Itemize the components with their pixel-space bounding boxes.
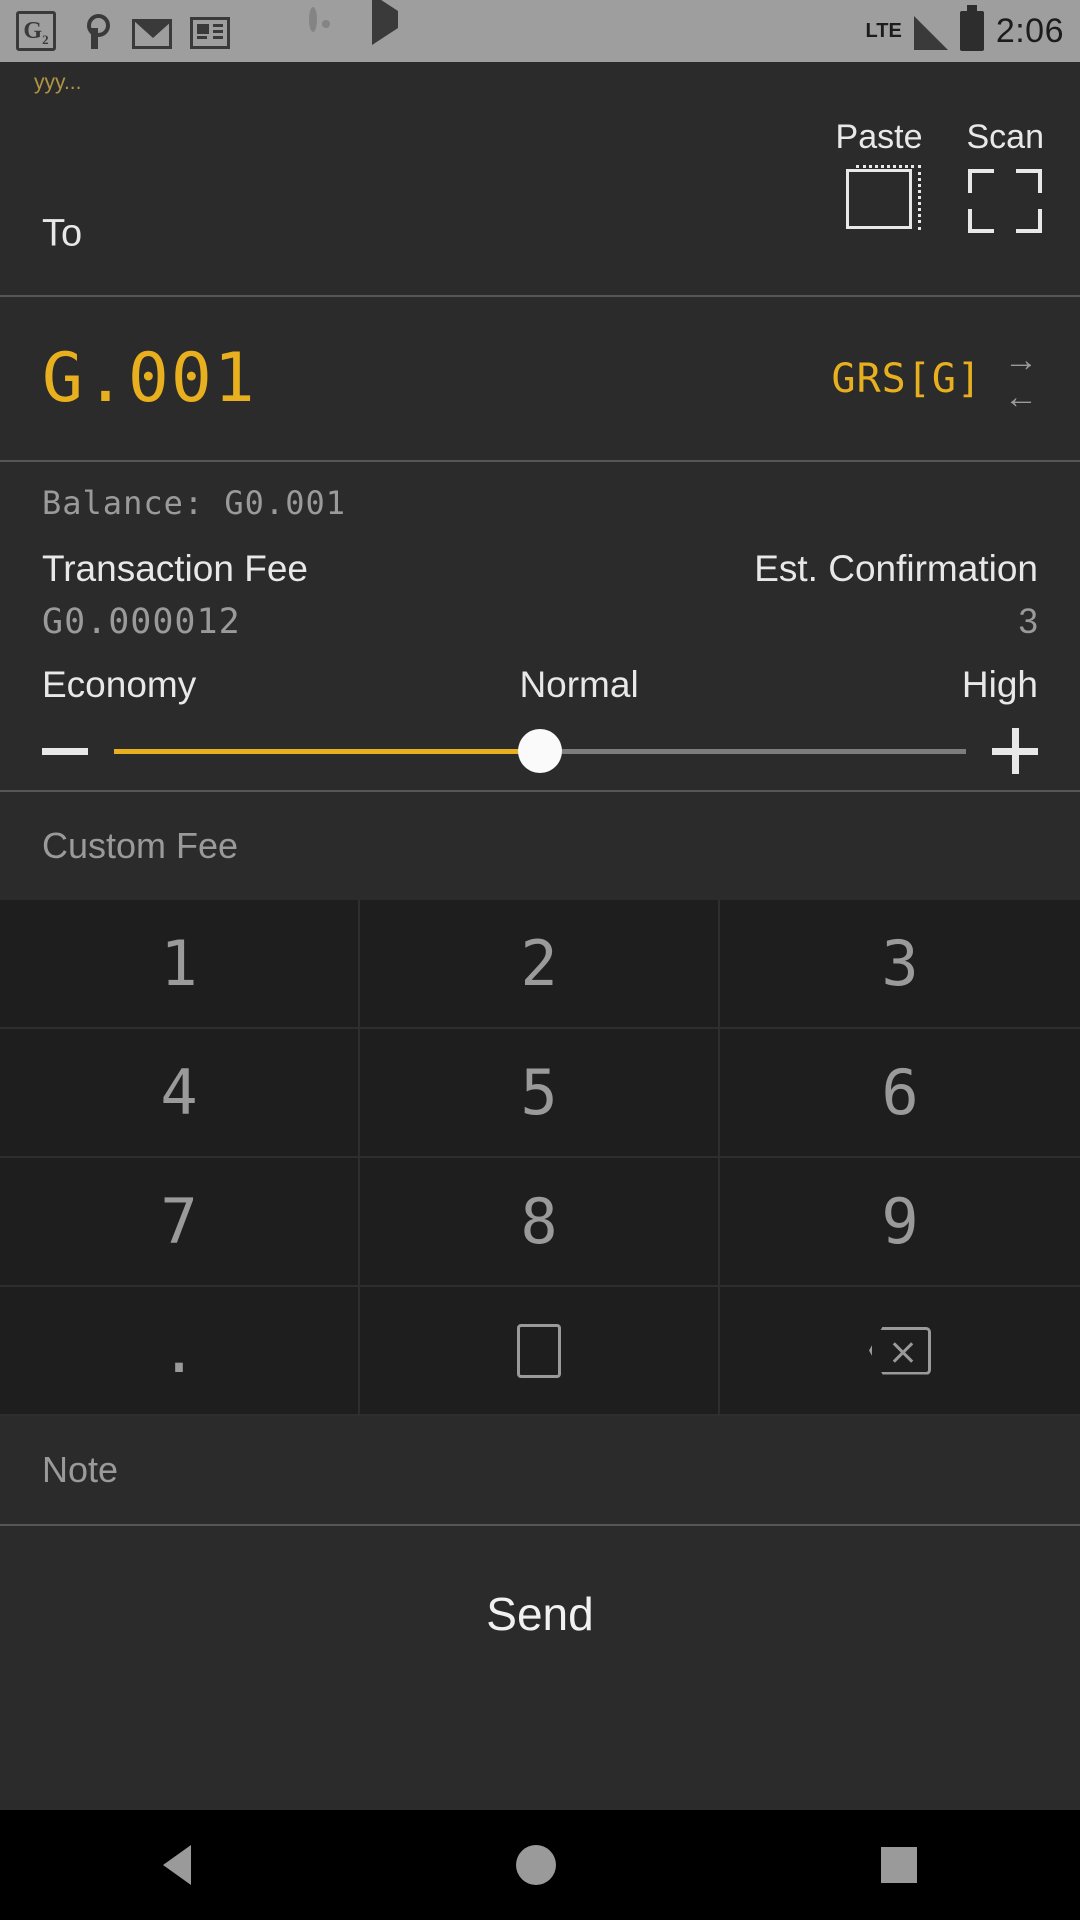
- key-8[interactable]: 8: [360, 1158, 720, 1287]
- currency-toggle[interactable]: GRS[G] → ←: [831, 343, 1039, 413]
- recipient-hint: yyy...: [34, 71, 82, 94]
- recipient-actions: Paste Scan: [836, 118, 1044, 233]
- recipient-row[interactable]: yyy... To Paste Scan: [0, 62, 1080, 295]
- scan-icon: [968, 169, 1043, 233]
- play-store-icon: [364, 0, 404, 51]
- fee-speed-labels: Economy Normal High: [42, 664, 1038, 706]
- gmail-icon: [132, 18, 172, 49]
- custom-fee-input[interactable]: Custom Fee: [0, 792, 1080, 900]
- key-7[interactable]: 7: [0, 1158, 360, 1287]
- numeric-keypad: 1 2 3 4 5 6 7 8 9 .: [0, 900, 1080, 1416]
- back-button-icon[interactable]: [162, 1845, 191, 1885]
- send-label: Send: [486, 1587, 594, 1640]
- paste-label: Paste: [835, 118, 923, 156]
- status-system-icons: LTE 2:06: [865, 5, 1064, 51]
- note-input[interactable]: Note: [0, 1416, 1080, 1524]
- transaction-fee-value: G0.000012: [42, 602, 241, 642]
- key-4[interactable]: 4: [0, 1029, 360, 1158]
- paste-icon: [846, 165, 922, 230]
- battery-icon: [959, 5, 984, 51]
- est-confirmation-value: 3: [1018, 602, 1038, 641]
- key-icon: [74, 11, 114, 51]
- sd-card-icon: [248, 11, 288, 51]
- blank-key-icon: [517, 1323, 561, 1378]
- key-backspace[interactable]: [720, 1287, 1080, 1416]
- fee-section: Balance: G0.001 Transaction Fee Est. Con…: [0, 462, 1080, 790]
- minus-icon[interactable]: [42, 747, 88, 755]
- key-3[interactable]: 3: [720, 900, 1080, 1029]
- transaction-fee-label: Transaction Fee: [42, 548, 308, 589]
- fee-slider-row[interactable]: [42, 728, 1038, 774]
- balance-label: Balance: G0.001: [42, 484, 346, 522]
- send-button[interactable]: Send: [0, 1526, 1080, 1701]
- scan-button[interactable]: Scan: [966, 118, 1045, 233]
- recents-button-icon[interactable]: [881, 1847, 918, 1883]
- speed-high-label: High: [961, 664, 1038, 705]
- key-decimal[interactable]: .: [0, 1287, 360, 1416]
- key-1[interactable]: 1: [0, 900, 360, 1029]
- recipient-input[interactable]: To: [42, 213, 82, 256]
- status-notification-icons: G2: [16, 0, 850, 51]
- speed-economy-label: Economy: [42, 664, 197, 705]
- paste-button[interactable]: Paste: [836, 118, 923, 233]
- key-blank[interactable]: [360, 1287, 720, 1416]
- key-2[interactable]: 2: [360, 900, 720, 1029]
- scan-label: Scan: [966, 118, 1045, 156]
- status-bar: G2 LTE 2:06: [0, 0, 1080, 62]
- swap-arrows-icon[interactable]: → ←: [1004, 343, 1038, 413]
- fee-slider-fill: [114, 748, 540, 754]
- speed-normal-label: Normal: [519, 664, 639, 705]
- key-9[interactable]: 9: [720, 1158, 1080, 1287]
- backspace-icon: [869, 1326, 931, 1375]
- fee-slider-track[interactable]: [114, 729, 966, 773]
- disc-icon: [306, 7, 346, 51]
- key-5[interactable]: 5: [360, 1029, 720, 1158]
- currency-label: GRS[G]: [831, 355, 982, 402]
- signal-icon: [913, 16, 948, 50]
- g2-app-icon: G2: [16, 11, 56, 51]
- app-window: G2 LTE 2:06 yyy... To Paste Scan G.001 G…: [0, 0, 1080, 1920]
- lte-label: LTE: [865, 20, 902, 42]
- amount-value[interactable]: G.001: [42, 339, 257, 418]
- home-button-icon[interactable]: [515, 1845, 556, 1885]
- est-confirmation-label: Est. Confirmation: [754, 548, 1038, 589]
- fee-values: G0.000012 3: [42, 602, 1038, 642]
- note-placeholder: Note: [42, 1449, 119, 1490]
- amount-row[interactable]: G.001 GRS[G] → ←: [0, 297, 1080, 460]
- send-screen: yyy... To Paste Scan G.001 GRS[G] → ← Ba…: [0, 62, 1080, 1701]
- fee-headers: Transaction Fee Est. Confirmation: [42, 548, 1038, 590]
- custom-fee-placeholder: Custom Fee: [42, 825, 239, 866]
- key-6[interactable]: 6: [720, 1029, 1080, 1158]
- news-icon: [190, 17, 230, 49]
- android-nav-bar: [0, 1810, 1080, 1920]
- fee-slider-knob[interactable]: [518, 729, 562, 773]
- clock-label: 2:06: [995, 11, 1064, 50]
- plus-icon[interactable]: [992, 728, 1038, 774]
